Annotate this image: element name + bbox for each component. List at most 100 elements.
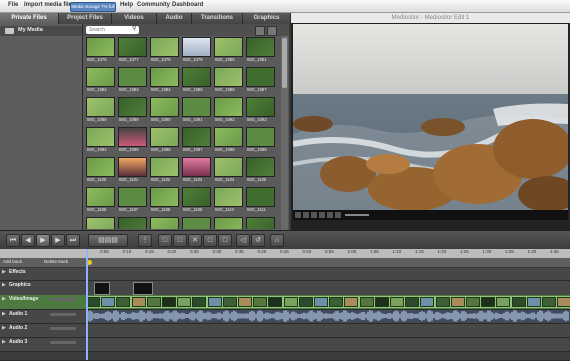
paste-button[interactable]: □ (203, 234, 217, 247)
play-button[interactable]: ▶ (36, 234, 50, 247)
tree-item-my-media[interactable]: My Media (0, 26, 82, 36)
preview-stop-button[interactable] (303, 212, 309, 218)
media-thumbnail[interactable]: IMG_1100 (86, 157, 115, 185)
media-thumbnail[interactable]: IMG_1088 (86, 97, 115, 125)
zoom-controls[interactable]: ▤▤▤ (88, 234, 128, 247)
media-thumbnail[interactable]: IMG_1115 (182, 217, 211, 229)
video-clip[interactable] (222, 297, 237, 307)
track-volume-slider[interactable] (50, 327, 76, 330)
expand-arrow-icon[interactable]: ▶ (2, 311, 6, 317)
track-volume-slider[interactable] (50, 341, 76, 344)
video-clip[interactable] (405, 297, 420, 307)
volume-icon[interactable]: ◁ (236, 234, 250, 247)
video-clip[interactable] (557, 297, 570, 307)
video-clip[interactable] (526, 297, 541, 307)
media-thumbnail[interactable]: IMG_1116 (214, 217, 243, 229)
preview-fullscreen-button[interactable] (335, 212, 341, 218)
video-clip[interactable] (466, 297, 480, 307)
home-icon[interactable]: ⌂ (270, 234, 284, 247)
tab-videos[interactable]: Videos (112, 13, 157, 24)
video-clip[interactable] (146, 297, 161, 307)
media-thumbnail[interactable]: IMG_1102 (150, 157, 179, 185)
media-thumbnail[interactable]: IMG_1077 (118, 37, 147, 65)
media-thumbnail[interactable]: IMG_1080 (214, 37, 243, 65)
menu-community[interactable]: Community (137, 2, 170, 8)
video-clip[interactable] (435, 297, 450, 307)
video-preview[interactable] (293, 24, 568, 210)
video-clip[interactable] (359, 297, 374, 307)
media-thumbnail[interactable]: IMG_1092 (214, 97, 243, 125)
media-thumbnail[interactable]: IMG_1108 (150, 187, 179, 215)
media-thumbnail[interactable]: IMG_1089 (118, 97, 147, 125)
tab-audio[interactable]: Audio (157, 13, 192, 24)
video-clip[interactable] (238, 297, 252, 307)
menu-file[interactable]: File (8, 2, 18, 8)
tab-project-files[interactable]: Project Files (59, 13, 112, 24)
rewind-start-button[interactable]: ⏮ (6, 234, 20, 247)
video-clip-strip[interactable] (86, 296, 570, 308)
expand-arrow-icon[interactable]: ▶ (2, 282, 6, 288)
cut-button[interactable]: □ (158, 234, 172, 247)
media-thumbnail[interactable]: IMG_1078 (150, 37, 179, 65)
media-thumbnail[interactable]: IMG_1087 (246, 67, 275, 95)
forward-end-button[interactable]: ⏭ (66, 234, 80, 247)
expand-arrow-icon[interactable]: ▶ (2, 296, 6, 302)
graphic-clip[interactable] (133, 282, 153, 295)
video-clip[interactable] (207, 297, 222, 307)
search-icon[interactable]: ⚲ (132, 26, 138, 32)
grid-view-button[interactable] (255, 26, 265, 36)
video-clip[interactable] (481, 297, 496, 307)
audio-waveform[interactable] (86, 310, 570, 322)
expand-arrow-icon[interactable]: ▶ (2, 325, 6, 331)
graphic-clip[interactable] (94, 282, 110, 295)
preview-prev-button[interactable] (311, 212, 317, 218)
video-clip[interactable] (131, 297, 146, 307)
preview-play-button[interactable] (295, 212, 301, 218)
expand-arrow-icon[interactable]: ▶ (2, 339, 6, 345)
video-clip[interactable] (374, 297, 389, 307)
video-clip[interactable] (542, 297, 556, 307)
video-clip[interactable] (177, 297, 192, 307)
video-clip[interactable] (253, 297, 268, 307)
menu-dashboard[interactable]: Dashboard (172, 2, 203, 8)
media-thumbnail[interactable]: IMG_1109 (182, 187, 211, 215)
video-clip[interactable] (496, 297, 511, 307)
video-clip[interactable] (450, 297, 465, 307)
media-thumbnail[interactable]: IMG_1114 (150, 217, 179, 229)
media-thumbnail[interactable]: IMG_1110 (214, 187, 243, 215)
media-thumbnail[interactable]: IMG_1093 (246, 97, 275, 125)
media-thumbnail[interactable]: IMG_1106 (86, 187, 115, 215)
tab-private-files[interactable]: Private Files (0, 13, 59, 24)
video-clip[interactable] (420, 297, 435, 307)
video-clip[interactable] (390, 297, 404, 307)
media-thumbnail[interactable]: IMG_1091 (182, 97, 211, 125)
menu-help[interactable]: Help (120, 2, 133, 8)
media-thumbnail[interactable]: IMG_1090 (150, 97, 179, 125)
media-thumbnail[interactable]: IMG_1099 (246, 127, 275, 155)
undo-button[interactable]: ↺ (251, 234, 265, 247)
media-thumbnail[interactable]: IMG_1098 (214, 127, 243, 155)
video-clip[interactable] (86, 297, 100, 307)
media-thumbnail[interactable]: IMG_1096 (150, 127, 179, 155)
video-clip[interactable] (298, 297, 313, 307)
media-thumbnail[interactable]: IMG_1076 (86, 37, 115, 65)
media-thumbnail[interactable]: IMG_1104 (214, 157, 243, 185)
list-view-button[interactable] (267, 26, 277, 36)
media-thumbnail[interactable]: IMG_1097 (182, 127, 211, 155)
scrollbar-thumb[interactable] (282, 38, 287, 88)
video-clip[interactable] (268, 297, 283, 307)
playhead[interactable] (86, 249, 88, 360)
media-thumbnail[interactable]: IMG_1107 (118, 187, 147, 215)
video-clip[interactable] (511, 297, 526, 307)
track-volume-slider[interactable] (50, 298, 76, 301)
add-track-button[interactable]: Add track (3, 259, 22, 264)
media-thumbnail[interactable]: IMG_1095 (118, 127, 147, 155)
expand-arrow-icon[interactable]: ▶ (2, 269, 6, 275)
delete-button[interactable]: ✕ (188, 234, 202, 247)
media-thumbnail[interactable]: IMG_1085 (182, 67, 211, 95)
media-thumbnail[interactable]: IMG_1105 (246, 157, 275, 185)
media-thumbnail[interactable]: IMG_1086 (214, 67, 243, 95)
media-thumbnail[interactable]: IMG_1083 (118, 67, 147, 95)
split-button[interactable]: ⋮ (138, 234, 152, 247)
video-clip[interactable] (283, 297, 298, 307)
